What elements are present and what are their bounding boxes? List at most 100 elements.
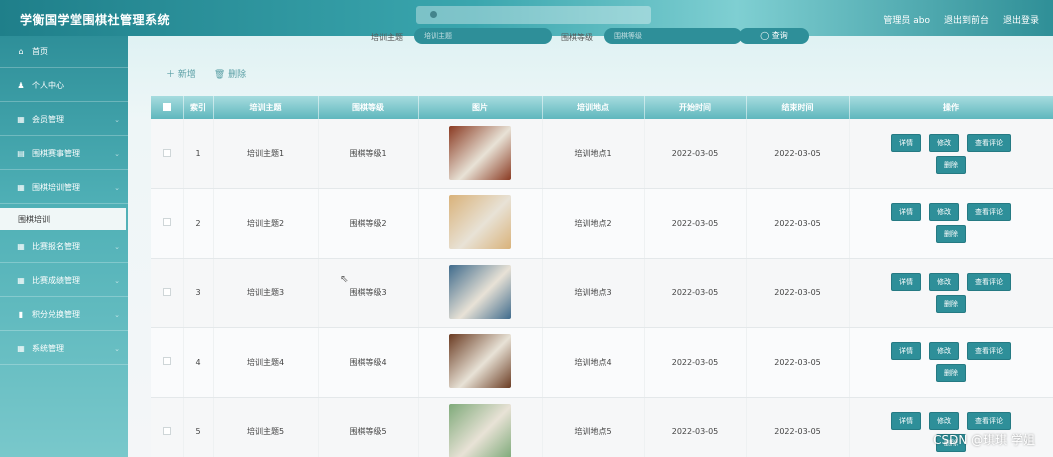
checkbox[interactable] [162,102,171,111]
score-icon: ▦ [17,276,25,285]
add-button[interactable]: ＋ 新增 [166,67,196,80]
sidebar-item-label: 积分兑换管理 [32,310,80,319]
sidebar-item-2[interactable]: ♟ 个人中心 [0,70,128,102]
detail-button[interactable]: 详情 [891,272,921,291]
edit-button[interactable]: 修改 [929,133,959,152]
cell-index: 4 [183,327,214,398]
cell-start: 2022-03-05 [644,397,747,457]
edit-button[interactable]: 修改 [929,272,959,291]
cell-topic: 培训主题4 [213,327,319,398]
sidebar-item-6[interactable]: ▦ 比赛报名管理 ⌄ [0,231,128,263]
search-button[interactable]: ◯ 查询 [739,28,809,44]
row-checkbox-cell[interactable] [151,397,184,457]
mouse-cursor-icon: ⇖ [340,274,349,285]
delete-button[interactable]: 🗑 删除 [214,67,246,80]
detail-button[interactable]: 详情 [891,342,921,361]
column-header: 培训主题 [213,96,319,119]
cell-end: 2022-03-05 [746,258,850,328]
cell-actions: 详情 修改 查看评论 删除 [849,188,1053,259]
column-header: 操作 [849,96,1053,119]
logout-link[interactable]: 退出登录 [1003,13,1039,26]
cell-index: 1 [183,119,214,189]
sidebar-item-label: 围棋赛事管理 [32,149,80,158]
sidebar-item-8[interactable]: ▮ 积分兑换管理 ⌄ [0,299,128,331]
search-level-input[interactable]: 围棋等级 [604,28,742,44]
cell-level: 围棋等级4 [318,327,419,398]
row-checkbox-cell[interactable] [151,327,184,398]
row-checkbox-cell[interactable] [151,258,184,328]
cell-end: 2022-03-05 [746,119,850,189]
cell-actions: 详情 修改 查看评论 删除 [849,327,1053,398]
table-row: 3 培训主题3 围棋等级3 培训地点3 2022-03-05 2022-03-05 详情 修改… [151,258,1053,328]
cell-place: 培训地点2 [542,188,645,259]
cell-end: 2022-03-05 [746,327,850,398]
cell-place: 培训地点1 [542,119,645,189]
delete-row-button[interactable]: 删除 [936,155,966,174]
edit-button[interactable]: 修改 [929,203,959,222]
signup-icon: ▦ [17,242,25,251]
member-icon: ▦ [17,115,25,124]
column-header: 培训地点 [542,96,645,119]
training-thumbnail [449,334,511,389]
view-comments-button[interactable]: 查看评论 [967,203,1011,222]
delete-row-button[interactable]: 删除 [936,225,966,244]
sidebar-item-label: 比赛报名管理 [32,242,80,251]
home-icon: ⌂ [18,47,24,56]
sidebar-item-4[interactable]: ▤ 围棋赛事管理 ⌄ [0,138,128,170]
detail-button[interactable]: 详情 [891,133,921,152]
to-front-link[interactable]: 退出到前台 [944,13,989,26]
detail-button[interactable]: 详情 [891,411,921,430]
sidebar-item-9[interactable]: ▦ 系统管理 ⌄ [0,333,128,365]
row-checkbox[interactable] [162,287,171,296]
row-actions: 详情 修改 查看评论 删除 [876,203,1026,244]
select-all-checkbox[interactable] [151,96,184,119]
user-label[interactable]: 管理员 abo [883,13,930,26]
chevron-down-icon: ⌄ [114,242,120,251]
row-checkbox[interactable] [162,426,171,435]
sidebar-item-5[interactable]: ▦ 围棋培训管理 ⌄ [0,172,128,204]
sidebar: ⌂ 首页 ♟ 个人中心 ▦ 会员管理 ⌄ ▤ 围棋赛事管理 ⌄ ▦ 围棋培训管理 ⌄ ▦ 比赛报名管理 ⌄ ▦ 比… [0,36,128,457]
top-center-pill [416,6,651,24]
row-checkbox-cell[interactable] [151,188,184,259]
view-comments-button[interactable]: 查看评论 [967,133,1011,152]
cell-topic: 培训主题3 [213,258,319,328]
chevron-down-icon: ⌄ [114,115,120,124]
search-topic-input[interactable]: 培训主题 [414,28,552,44]
column-header: 图片 [418,96,543,119]
top-right-menu: 管理员 abo 退出到前台 退出登录 [883,13,1039,26]
edit-button[interactable]: 修改 [929,342,959,361]
training-icon: ▦ [17,183,25,192]
sidebar-item-label: 首页 [32,47,48,56]
search-level-label: 围棋等级 [561,33,593,42]
cell-level: 围棋等级1 [318,119,419,189]
training-thumbnail [449,403,511,457]
view-comments-button[interactable]: 查看评论 [967,272,1011,291]
row-checkbox-cell[interactable] [151,119,184,189]
cell-index: 3 [183,258,214,328]
edit-button[interactable]: 修改 [929,411,959,430]
table-row: 4 培训主题4 围棋等级4 培训地点4 2022-03-05 2022-03-05 详情 修改… [151,327,1053,398]
row-checkbox[interactable] [162,148,171,157]
sidebar-subitem-go-training[interactable]: 围棋培训 [0,208,126,230]
sidebar-item-3[interactable]: ▦ 会员管理 ⌄ [0,104,128,136]
view-comments-button[interactable]: 查看评论 [967,342,1011,361]
cell-image [418,258,543,328]
sidebar-item-label: 比赛成绩管理 [32,276,80,285]
cell-topic: 培训主题5 [213,397,319,457]
view-comments-button[interactable]: 查看评论 [967,411,1011,430]
sidebar-item-7[interactable]: ▦ 比赛成绩管理 ⌄ [0,265,128,297]
sidebar-item-1[interactable]: ⌂ 首页 [0,36,128,68]
cell-topic: 培训主题2 [213,188,319,259]
row-checkbox[interactable] [162,218,171,227]
cell-actions: 详情 修改 查看评论 删除 [849,397,1053,457]
cell-level: 围棋等级3 [318,258,419,328]
cell-index: 5 [183,397,214,457]
detail-button[interactable]: 详情 [891,203,921,222]
delete-row-button[interactable]: 删除 [936,364,966,383]
delete-row-button[interactable]: 删除 [936,294,966,313]
row-checkbox[interactable] [162,357,171,366]
cell-place: 培训地点5 [542,397,645,457]
toolbar: ＋ 新增 🗑 删除 [166,67,246,80]
cell-end: 2022-03-05 [746,188,850,259]
sidebar-item-label: 围棋培训管理 [32,183,80,192]
